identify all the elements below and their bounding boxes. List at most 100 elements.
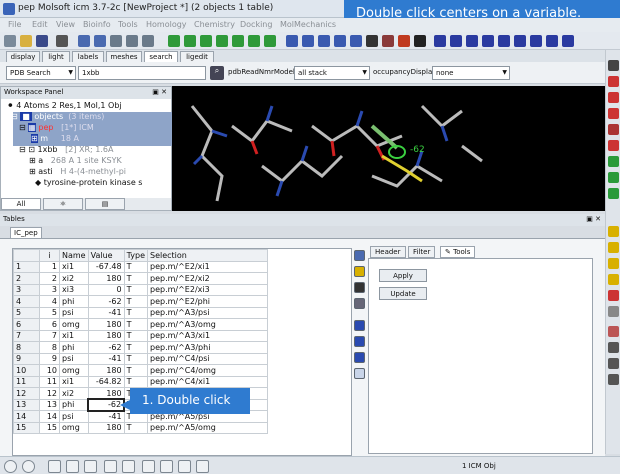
search-source-select[interactable]: PDB Search ▼ [6,66,76,80]
col-rownum[interactable] [13,249,40,262]
edit-icon[interactable] [354,250,365,261]
clip-icon[interactable] [608,124,619,135]
table-row[interactable]: 4 4 phi -62 Tpep.m/^E2/phi [13,295,268,308]
rotate-icon[interactable] [608,60,619,71]
open-icon[interactable] [20,35,32,47]
menu-molmechanics[interactable]: MolMechanics [280,20,336,29]
tables-close-icon[interactable]: ▣ ✕ [586,215,601,223]
align-icon-9[interactable] [562,35,574,47]
background-icon[interactable] [414,35,426,47]
align-icon-8[interactable] [546,35,558,47]
pdb-id-input[interactable]: 1xbb [78,66,206,80]
tab-display[interactable]: display [6,51,40,62]
stop-icon[interactable] [4,460,17,473]
yellow-icon-3[interactable] [608,258,619,269]
translate-icon[interactable] [608,92,619,103]
cut-icon[interactable] [110,35,122,47]
color-icon[interactable] [398,35,410,47]
update-button[interactable]: Update [379,287,427,300]
table-row[interactable]: 6 6 omg 180 Tpep.m/^A3/omg [13,318,268,331]
table-row[interactable]: 10 10 omg 180 Tpep.m/^C4/omg [13,364,268,377]
settings-icon[interactable] [56,35,68,47]
align-icon-6[interactable] [514,35,526,47]
tree-pep[interactable]: ⊟ ▦ pep [1*] ICM [19,123,94,132]
tab-chem-icon[interactable]: ⚛ [43,198,83,210]
yellow-icon-4[interactable] [608,274,619,285]
row-value[interactable]: -41 [87,410,125,423]
tab-all[interactable]: All [1,198,41,210]
grid-icon[interactable] [334,35,346,47]
tab-filter[interactable]: Filter [408,246,436,258]
save-icon[interactable] [36,35,48,47]
undo-icon[interactable] [78,35,90,47]
find-icon[interactable] [354,282,365,293]
col-value[interactable]: Value [87,249,125,262]
select-invert-icon[interactable] [264,35,276,47]
select-sphere-icon[interactable] [232,35,244,47]
tab-labels[interactable]: labels [72,51,104,62]
figure-icon[interactable] [608,326,619,337]
gear-icon[interactable] [104,460,117,473]
redo-icon[interactable] [94,35,106,47]
col-type[interactable]: Type [123,249,148,262]
panel-close-icon[interactable]: ▣ ✕ [152,88,167,96]
layout-icon[interactable] [350,35,362,47]
tab-ligedit[interactable]: ligedit [180,51,214,62]
occupancy-select[interactable]: none ▼ [432,66,510,80]
paste-icon[interactable] [142,35,154,47]
tab-tools[interactable]: ✎ Tools [440,246,476,258]
row-value[interactable]: 180 [87,318,125,331]
tool-icon-1[interactable] [608,342,619,353]
molecule-viewer[interactable]: -62 [172,86,605,211]
select-icon[interactable] [168,35,180,47]
render-icon[interactable] [382,35,394,47]
yellow-icon-2[interactable] [608,242,619,253]
tab-light[interactable]: light [42,51,70,62]
new-icon[interactable] [4,35,16,47]
align-icon-2[interactable] [450,35,462,47]
plot-icon[interactable] [354,368,365,379]
align-top-icon[interactable] [434,35,446,47]
red-icon[interactable] [608,290,619,301]
row-value[interactable]: 180 [87,421,125,434]
apply-button[interactable]: Apply [379,269,427,282]
measure-icon[interactable] [608,140,619,151]
table-row[interactable]: 11 11 xi1 -64.82 Tpep.m/^C4/xi1 [13,375,268,388]
table-row[interactable]: 1 1 xi1 -67.48 Tpep.m/^E2/xi1 [13,260,268,273]
row-value[interactable]: 180 [87,329,125,342]
tab-search[interactable]: search [144,51,178,62]
row-value[interactable]: 180 [87,272,125,285]
align-icon-5[interactable] [498,35,510,47]
terminal-icon[interactable] [48,460,61,473]
binoculars-icon[interactable]: ⌕ [210,66,224,80]
record-icon[interactable] [22,460,35,473]
green-box-icon[interactable] [608,156,619,167]
row-value[interactable]: -62 [87,295,125,308]
movie-icon[interactable] [160,460,173,473]
table-row[interactable]: 9 9 psi -41 Tpep.m/^C4/psi [13,352,268,365]
yellow-icon-1[interactable] [608,226,619,237]
tree-a[interactable]: ⊞ a 268 A 1 site KSYK [29,156,122,165]
table-row[interactable]: 3 3 xi3 0 Tpep.m/^E2/xi3 [13,283,268,296]
tab-header[interactable]: Header [370,246,406,258]
tab-meshes[interactable]: meshes [106,51,142,62]
gray-icon[interactable] [608,306,619,317]
tab-ic-pep[interactable]: IC_pep [10,227,42,238]
menu-edit[interactable]: Edit [32,20,48,29]
camera-icon[interactable] [142,460,155,473]
menu-homology[interactable]: Homology [146,20,187,29]
table-row[interactable]: 8 8 phi -62 Tpep.m/^A3/phi [13,341,268,354]
col-i[interactable]: i [39,249,60,262]
pencil-icon[interactable] [354,266,365,277]
grid-view-icon[interactable] [354,352,365,363]
select-chain-icon[interactable] [248,35,260,47]
row-value[interactable]: -62 [87,398,126,412]
models-select[interactable]: all stack ▼ [294,66,370,80]
menu-file[interactable]: File [8,20,21,29]
copy-icon[interactable] [126,35,138,47]
menu-tools[interactable]: Tools [118,20,138,29]
align-icon-3[interactable] [466,35,478,47]
grid-icon[interactable] [122,460,135,473]
pdb-icon[interactable] [286,35,298,47]
menu-chemistry[interactable]: Chemistry [194,20,235,29]
